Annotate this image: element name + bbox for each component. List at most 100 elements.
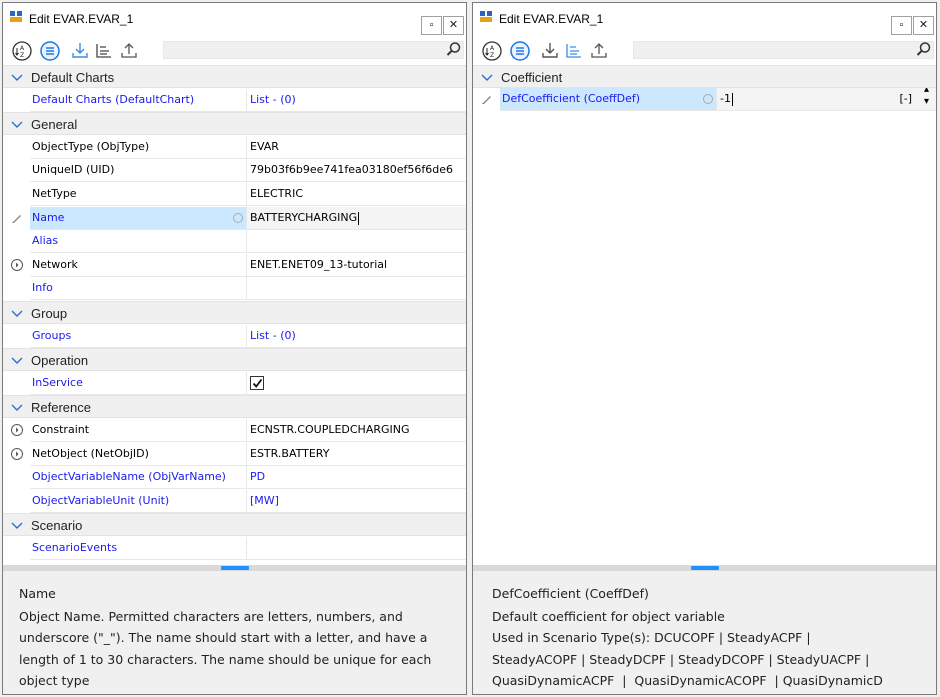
expand-circle-icon[interactable] [10, 258, 24, 272]
property-value[interactable] [247, 537, 466, 560]
reset-default-icon[interactable] [233, 213, 243, 223]
chevron-down-icon[interactable] [11, 520, 23, 530]
property-grid: Default Charts Default Charts (DefaultCha… [3, 65, 466, 565]
property-name[interactable]: ScenarioEvents [30, 537, 247, 560]
chevron-down-icon[interactable] [11, 402, 23, 412]
property-row-objecttype[interactable]: ObjectType (ObjType) EVAR [3, 136, 466, 159]
property-row-alias[interactable]: Alias [3, 230, 466, 253]
property-name[interactable]: Groups [30, 325, 247, 348]
tree-view-icon[interactable] [92, 40, 116, 62]
property-value[interactable]: [MW] [247, 490, 466, 513]
property-row-defcoefficient[interactable]: DefCoefficient (CoeffDef) -1 [-] ▴ ▾ [473, 88, 936, 111]
chevron-down-icon[interactable] [481, 72, 493, 82]
categorized-icon[interactable] [38, 40, 62, 62]
category-header-group[interactable]: Group [3, 301, 466, 324]
sort-alphabetical-icon[interactable]: AZ [480, 40, 504, 62]
import-icon[interactable] [68, 40, 92, 62]
category-header-coefficient[interactable]: Coefficient [473, 65, 936, 88]
search-icon[interactable] [916, 41, 932, 57]
chevron-down-icon[interactable] [11, 119, 23, 129]
property-value[interactable]: EVAR [247, 136, 466, 159]
property-name[interactable]: InService [30, 372, 247, 395]
property-name[interactable]: Info [30, 277, 247, 300]
property-value[interactable] [247, 230, 466, 253]
category-header-general[interactable]: General [3, 112, 466, 135]
property-name[interactable]: UniqueID (UID) [30, 159, 247, 182]
property-name[interactable]: NetObject (NetObjID) [30, 443, 247, 466]
sort-alphabetical-icon[interactable]: AZ [10, 40, 34, 62]
property-name[interactable]: ObjectVariableName (ObjVarName) [30, 466, 247, 489]
property-row-constraint[interactable]: Constraint ECNSTR.COUPLEDCHARGING [3, 419, 466, 442]
row-gutter [3, 325, 30, 348]
maximize-button[interactable]: ▫ [891, 16, 912, 35]
property-row-info[interactable]: Info [3, 277, 466, 300]
chevron-down-icon[interactable] [11, 308, 23, 318]
property-row-uniqueid[interactable]: UniqueID (UID) 79b03f6b9ee741fea03180ef56… [3, 159, 466, 182]
search-input[interactable] [163, 41, 464, 59]
category-header-default-charts[interactable]: Default Charts [3, 65, 466, 88]
property-name[interactable]: Network [30, 254, 247, 277]
reset-default-icon[interactable] [703, 94, 713, 104]
property-row-scenarioevents[interactable]: ScenarioEvents [3, 537, 466, 560]
categorized-icon[interactable] [508, 40, 532, 62]
property-row-objectvariableunit[interactable]: ObjectVariableUnit (Unit) [MW] [3, 490, 466, 513]
property-value[interactable]: PD [247, 466, 466, 489]
title-bar[interactable]: Edit EVAR.EVAR_1 ▫ ✕ [3, 3, 466, 37]
property-value[interactable]: ENET.ENET09_13-tutorial [247, 254, 466, 277]
property-name[interactable]: Name [30, 207, 247, 230]
search-input[interactable] [633, 41, 934, 59]
category-header-operation[interactable]: Operation [3, 348, 466, 371]
import-icon[interactable] [538, 40, 562, 62]
property-value-input[interactable]: -1 [-] ▴ ▾ [717, 88, 936, 111]
splitter-grip[interactable] [690, 566, 719, 570]
property-value[interactable]: 79b03f6b9ee741fea03180ef56f6de6 [247, 159, 466, 182]
property-value-input[interactable]: BATTERYCHARGING [247, 207, 466, 230]
property-name[interactable]: Alias [30, 230, 247, 253]
property-value[interactable]: List - (0) [247, 89, 466, 112]
property-row-nettype[interactable]: NetType ELECTRIC [3, 183, 466, 206]
chevron-down-icon[interactable] [11, 355, 23, 365]
description-line: Default coefficient for object variable [492, 608, 725, 624]
export-icon[interactable] [117, 40, 141, 62]
property-name[interactable]: ObjectType (ObjType) [30, 136, 247, 159]
search-icon[interactable] [446, 41, 462, 57]
category-label: Scenario [31, 518, 83, 533]
property-row-netobject[interactable]: NetObject (NetObjID) ESTR.BATTERY [3, 443, 466, 466]
splitter-grip[interactable] [220, 566, 249, 570]
spinner-down-button[interactable]: ▾ [924, 96, 929, 107]
property-name[interactable]: ObjectVariableUnit (Unit) [30, 490, 247, 513]
property-row-objectvariablename[interactable]: ObjectVariableName (ObjVarName) PD [3, 466, 466, 489]
inservice-checkbox[interactable] [250, 376, 264, 390]
property-row-network[interactable]: Network ENET.ENET09_13-tutorial [3, 254, 466, 277]
tree-view-icon[interactable] [562, 40, 586, 62]
property-name-text: ScenarioEvents [32, 541, 118, 554]
expand-circle-icon[interactable] [10, 447, 24, 461]
property-value-text: ELECTRIC [250, 187, 303, 200]
property-name[interactable]: DefCoefficient (CoeffDef) [500, 88, 717, 111]
expand-circle-icon[interactable] [10, 423, 24, 437]
property-name[interactable]: Constraint [30, 419, 247, 442]
property-row-inservice[interactable]: InService [3, 372, 466, 395]
category-header-scenario[interactable]: Scenario [3, 513, 466, 536]
property-value[interactable] [247, 372, 466, 395]
property-name[interactable]: NetType [30, 183, 247, 206]
chevron-down-icon[interactable] [11, 72, 23, 82]
category-label: General [31, 117, 78, 132]
property-value[interactable] [247, 277, 466, 300]
title-bar[interactable]: Edit EVAR.EVAR_1 ▫ ✕ [473, 3, 936, 37]
category-header-reference[interactable]: Reference [3, 395, 466, 418]
property-row-name[interactable]: Name BATTERYCHARGING [3, 207, 466, 230]
property-value[interactable]: List - (0) [247, 325, 466, 348]
export-icon[interactable] [587, 40, 611, 62]
property-row-groups[interactable]: Groups List - (0) [3, 325, 466, 348]
property-value[interactable]: ESTR.BATTERY [247, 443, 466, 466]
spinner-up-button[interactable]: ▴ [924, 88, 929, 95]
property-name[interactable]: Default Charts (DefaultChart) [30, 89, 247, 112]
property-value[interactable]: ECNSTR.COUPLEDCHARGING [247, 419, 466, 442]
property-row-default-charts[interactable]: Default Charts (DefaultChart) List - (0) [3, 89, 466, 112]
maximize-button[interactable]: ▫ [421, 16, 442, 35]
toolbar: AZ [473, 37, 936, 65]
property-value[interactable]: ELECTRIC [247, 183, 466, 206]
close-button[interactable]: ✕ [913, 16, 934, 35]
close-button[interactable]: ✕ [443, 16, 464, 35]
